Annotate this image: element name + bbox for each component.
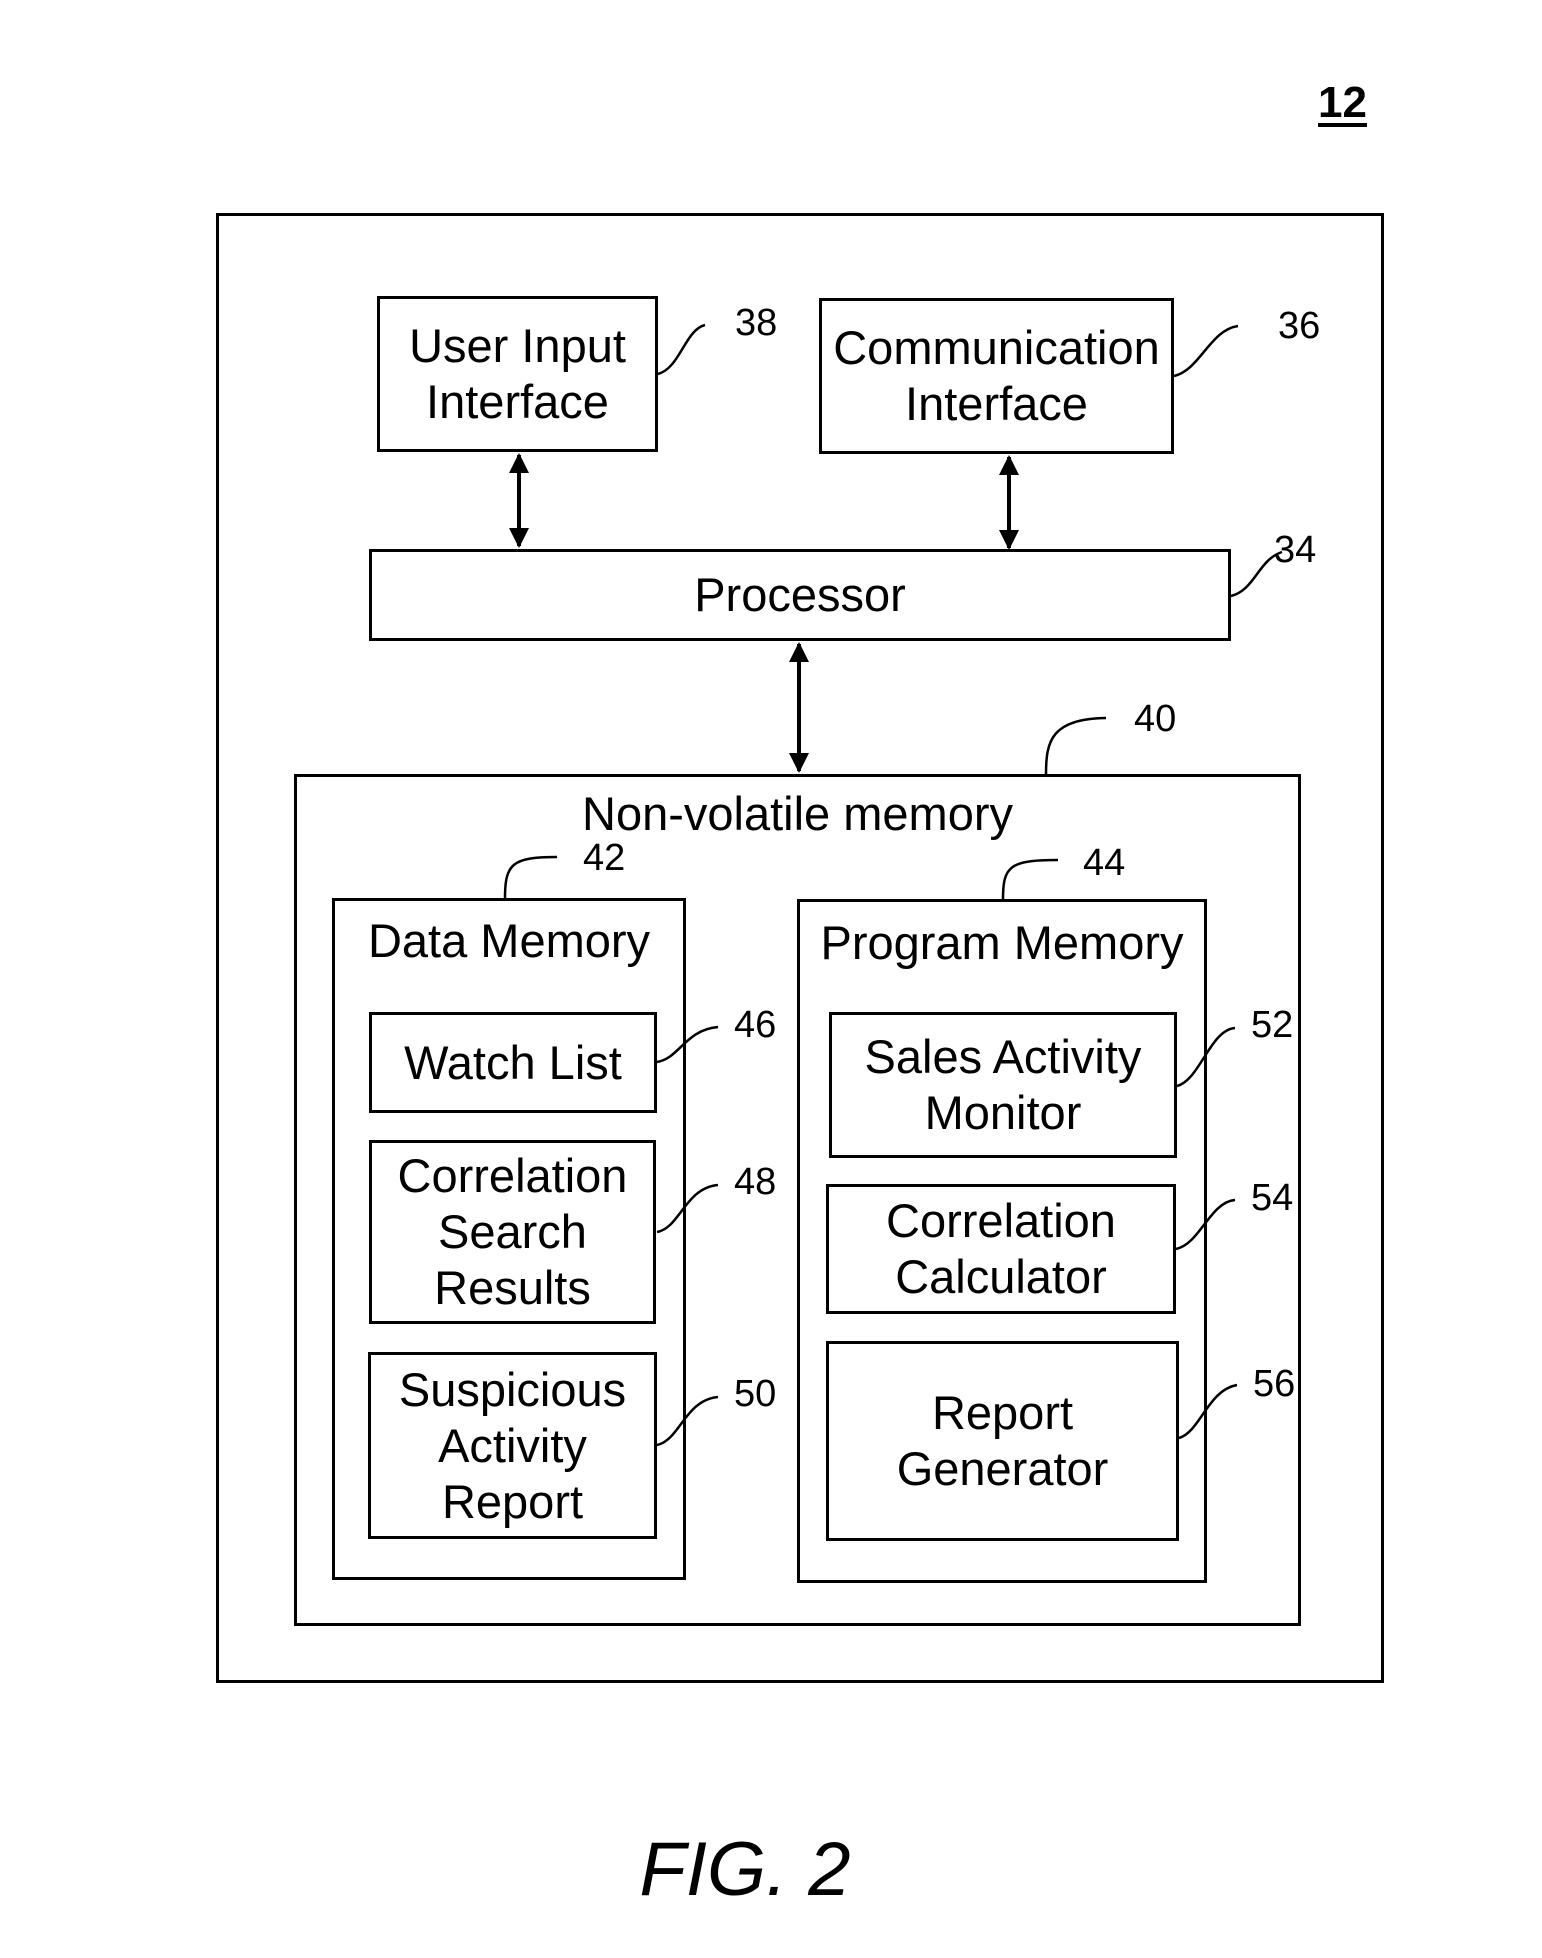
- suspicious-activity-report-label: Suspicious Activity Report: [398, 1362, 627, 1528]
- ref-52: 52: [1251, 1004, 1294, 1046]
- ref-44: 44: [1083, 842, 1126, 884]
- communication-interface-label: Communication Interface: [833, 321, 1160, 430]
- ref-34: 34: [1274, 529, 1317, 571]
- user-input-interface-label: User Input Interface: [409, 319, 626, 428]
- ref-48: 48: [734, 1161, 777, 1203]
- correlation-calculator-label: Correlation Calculator: [886, 1194, 1116, 1303]
- watch-list-label: Watch List: [404, 1035, 622, 1089]
- ref-38: 38: [735, 302, 778, 344]
- figure-caption: FIG. 2: [639, 1827, 851, 1912]
- ref-42: 42: [583, 837, 626, 879]
- report-generator-label: Report Generator: [896, 1386, 1109, 1495]
- ref-40: 40: [1134, 698, 1177, 740]
- processor-label: Processor: [694, 568, 906, 621]
- correlation-search-results-label: Correlation Search Results: [397, 1149, 628, 1314]
- data-memory-label: Data Memory: [367, 914, 651, 967]
- figure-number: 12: [1318, 78, 1367, 127]
- ref-46: 46: [734, 1004, 777, 1046]
- sales-activity-monitor-label: Sales Activity Monitor: [864, 1030, 1142, 1139]
- ref-50: 50: [734, 1373, 777, 1415]
- ref-36: 36: [1278, 305, 1321, 347]
- ref-54: 54: [1251, 1177, 1294, 1219]
- non-volatile-memory-label: Non-volatile memory: [582, 787, 1013, 840]
- ref-56: 56: [1253, 1363, 1296, 1405]
- program-memory-label: Program Memory: [820, 916, 1184, 969]
